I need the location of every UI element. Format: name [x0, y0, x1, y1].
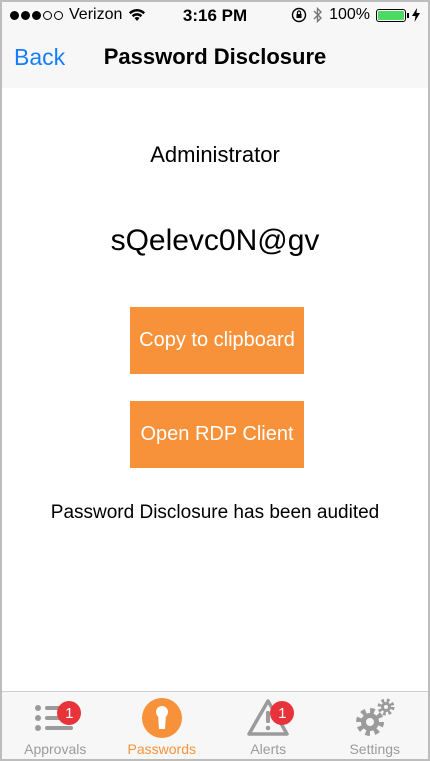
- tab-label: Passwords: [127, 741, 196, 757]
- alerts-badge: 1: [270, 701, 295, 725]
- status-bar-right: 100%: [291, 6, 420, 24]
- audit-message: Password Disclosure has been audited: [50, 502, 380, 523]
- tab-alerts[interactable]: 1 Alerts: [215, 692, 322, 759]
- tab-bar: 1 Approvals Passwords 1 Alerts Settings: [2, 691, 428, 759]
- battery-percent: 100%: [329, 6, 370, 23]
- tab-label: Alerts: [250, 741, 287, 757]
- tab-label: Approvals: [24, 741, 87, 757]
- approvals-badge: 1: [57, 701, 82, 725]
- charging-bolt-icon: [412, 8, 420, 22]
- phone-screen: Verizon 3:16 PM 100% Back Password Discl…: [0, 0, 430, 761]
- list-icon: 1: [33, 697, 82, 739]
- status-bar: Verizon 3:16 PM 100%: [2, 2, 428, 28]
- bluetooth-icon: [313, 7, 323, 23]
- page-title: Password Disclosure: [103, 44, 327, 69]
- account-name: Administrator: [150, 142, 280, 167]
- open-rdp-client-button[interactable]: Open RDP Client: [130, 401, 304, 468]
- disclosed-password: sQelevc0N@gv: [110, 224, 320, 257]
- tab-approvals[interactable]: 1 Approvals: [2, 692, 109, 759]
- orientation-lock-icon: [291, 7, 307, 23]
- battery-icon: [376, 8, 409, 22]
- gear-icon: [353, 697, 397, 739]
- navigation-bar: Back Password Disclosure: [2, 28, 428, 88]
- tab-passwords[interactable]: Passwords: [109, 692, 216, 759]
- tab-settings[interactable]: Settings: [322, 692, 429, 759]
- keyhole-icon: [140, 697, 184, 739]
- tab-label: Settings: [349, 741, 401, 757]
- warning-icon: 1: [246, 697, 295, 739]
- copy-to-clipboard-button[interactable]: Copy to clipboard: [130, 307, 304, 374]
